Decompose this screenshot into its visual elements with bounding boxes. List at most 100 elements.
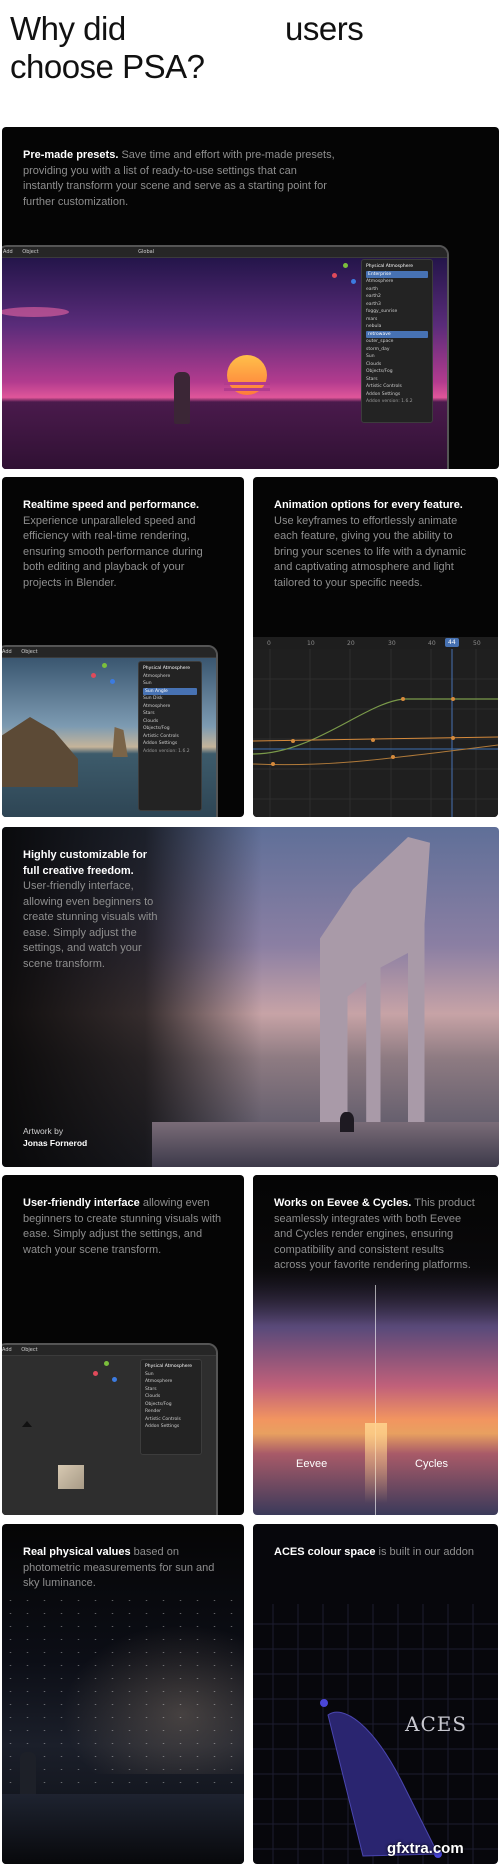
gizmo-z-icon[interactable] [351, 279, 356, 284]
panel-section-stars[interactable]: Stars [366, 376, 428, 384]
card-animation-text: Animation options for every feature. Use… [274, 498, 476, 591]
preset-item[interactable]: nebula [366, 323, 428, 331]
panel-section[interactable]: Atmosphere [145, 1378, 197, 1386]
panel-section-fog[interactable]: Objects/Fog [366, 368, 428, 376]
navigation-gizmo[interactable] [88, 661, 118, 691]
panel-section[interactable]: Addon Settings [143, 740, 197, 748]
panel-section[interactable]: Render [145, 1408, 197, 1416]
card-physical-title: Real physical values [23, 1546, 131, 1558]
panel-section-addon[interactable]: Addon Settings [366, 391, 428, 399]
blender-toolbar-interface: Add Object [2, 1345, 216, 1356]
card-physical-text: Real physical values based on photometri… [23, 1545, 222, 1592]
card-presets-title: Pre-made presets. [23, 149, 119, 161]
heading-line-2: choose PSA? [10, 48, 205, 85]
panel-section[interactable]: Artistic Controls [143, 733, 197, 741]
panel-title: Physical Atmosphere [366, 264, 413, 269]
toolbar-add[interactable]: Add [2, 1347, 12, 1353]
panel-section-clouds[interactable]: Clouds [366, 361, 428, 369]
panel-section[interactable]: Clouds [145, 1393, 197, 1401]
panel-section-artistic[interactable]: Artistic Controls [366, 383, 428, 391]
preset-item[interactable]: Atmosphere [366, 278, 428, 286]
primary-point-icon [320, 1699, 328, 1707]
panel-section-sun[interactable]: Sun [366, 353, 428, 361]
gizmo-x-icon[interactable] [332, 273, 337, 278]
panel-section[interactable]: Sun [145, 1371, 197, 1379]
ground-horizon [2, 1794, 244, 1864]
blender-toolbar-speed: Add Object [2, 647, 216, 658]
card-aces-desc: is built in our addon [375, 1546, 474, 1558]
preset-item[interactable]: storm_day [366, 346, 428, 354]
atmosphere-panel-speed: Physical Atmosphere Atmosphere Sun Sun A… [138, 661, 202, 811]
gizmo-x-icon[interactable] [91, 673, 96, 678]
preset-item[interactable]: outer_space [366, 338, 428, 346]
frame-number: 30 [388, 640, 396, 647]
gizmo-y-icon[interactable] [102, 663, 107, 668]
panel-section[interactable]: Artistic Controls [145, 1416, 197, 1424]
keyframe-icon [291, 739, 295, 743]
toolbar-object[interactable]: Object [22, 249, 38, 255]
preset-item[interactable]: mars [366, 316, 428, 324]
preset-item[interactable]: earth3 [366, 301, 428, 309]
panel-row[interactable]: Sun [143, 680, 197, 688]
addon-version: Addon version: 1.6.2 [143, 748, 190, 754]
card-speed-text: Realtime speed and performance. Experien… [23, 498, 216, 591]
blender-window-presets: Add Object Global Physical Atmosphere En… [2, 245, 449, 469]
panel-section[interactable]: Stars [143, 710, 197, 718]
toolbar-add[interactable]: Add [2, 649, 12, 655]
addon-version: Addon version: 1.6.2 [366, 399, 413, 404]
timeline-frame-ruler: 0 10 20 30 40 44 50 [253, 637, 498, 649]
artist-name: Jonas Fornerod [23, 1138, 88, 1148]
card-custom-desc: User-friendly interface, allowing even b… [23, 880, 158, 970]
gizmo-z-icon[interactable] [110, 679, 115, 684]
current-frame-indicator[interactable]: 44 [445, 638, 459, 647]
card-interface-title: User-friendly interface [23, 1197, 140, 1209]
card-aces: ACES colour space is built in our addon … [253, 1524, 498, 1864]
blender-window-interface: Add Object Physical Atmosphere Sun Atmos… [2, 1343, 218, 1515]
panel-section[interactable]: Atmosphere [143, 703, 197, 711]
card-custom-text: Highly customizable for full creative fr… [23, 848, 159, 972]
preset-dropdown[interactable]: Enterprise [366, 270, 428, 278]
panel-section[interactable]: Stars [145, 1386, 197, 1394]
panel-section[interactable]: Objects/Fog [145, 1401, 197, 1409]
frame-number: 40 [428, 640, 436, 647]
heading-word-1: Why did [10, 10, 126, 47]
cycles-label: Cycles [415, 1458, 449, 1470]
card-aces-text: ACES colour space is built in our addon [274, 1545, 476, 1561]
panel-section[interactable]: Objects/Fog [143, 725, 197, 733]
panel-title: Physical Atmosphere [145, 1364, 192, 1369]
panel-row-selected[interactable]: Sun Angle [143, 687, 197, 695]
preset-item[interactable]: earth2 [366, 293, 428, 301]
blender-toolbar: Add Object Global [2, 247, 447, 258]
heading-word-2: users [285, 10, 364, 47]
stars [2, 1594, 244, 1794]
astronaut-silhouette [20, 1752, 36, 1798]
preset-item[interactable]: earth [366, 286, 428, 294]
keyframe-icon [271, 762, 275, 766]
toolbar-object[interactable]: Object [21, 1347, 37, 1353]
panel-section[interactable]: Clouds [143, 718, 197, 726]
preset-item[interactable]: foggy_sunrise [366, 308, 428, 316]
card-engines-title: Works on Eevee & Cycles. [274, 1197, 412, 1209]
navigation-gizmo[interactable] [329, 261, 359, 291]
rider-figure [340, 1112, 354, 1132]
card-speed-desc: Experience unparalleled speed and effici… [23, 514, 203, 589]
frame-number: 10 [307, 640, 315, 647]
card-animation-title: Animation options for every feature. [274, 499, 463, 511]
toolbar-add[interactable]: Add [3, 249, 13, 255]
toolbar-global[interactable]: Global [138, 249, 154, 255]
keyframe-icon [391, 755, 395, 759]
gizmo-z-icon[interactable] [112, 1377, 117, 1382]
keyframe-icon [401, 697, 405, 701]
gizmo-y-icon[interactable] [104, 1361, 109, 1366]
card-animation: Animation options for every feature. Use… [253, 477, 498, 817]
toolbar-object[interactable]: Object [21, 649, 37, 655]
panel-row[interactable]: Atmosphere [143, 673, 197, 681]
gizmo-x-icon[interactable] [93, 1371, 98, 1376]
panel-row[interactable]: Sun Disk [143, 695, 197, 703]
gizmo-y-icon[interactable] [343, 263, 348, 268]
preset-item-selected[interactable]: retrowave [366, 330, 428, 338]
frame-number: 20 [347, 640, 355, 647]
panel-section[interactable]: Addon Settings [145, 1423, 197, 1431]
sun-reflection [365, 1423, 387, 1503]
navigation-gizmo[interactable] [90, 1359, 120, 1389]
